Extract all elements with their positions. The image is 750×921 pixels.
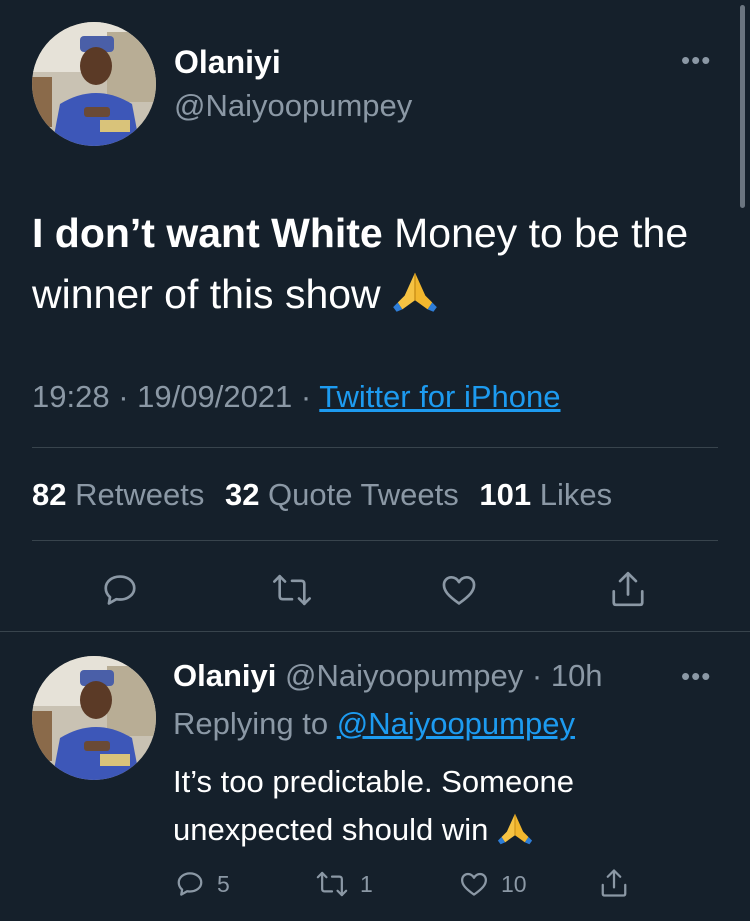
author-handle[interactable]: @Naiyoopumpey xyxy=(174,86,412,126)
reply-time-separator: · xyxy=(523,658,551,693)
replying-to: Replying to @Naiyoopumpey xyxy=(173,704,575,744)
reply-reply-count: 5 xyxy=(217,870,230,897)
reply-like-count: 10 xyxy=(501,870,527,897)
divider xyxy=(32,447,718,448)
reply-share-button[interactable] xyxy=(599,867,629,899)
share-button[interactable] xyxy=(609,569,647,609)
tweet-source-link[interactable]: Twitter for iPhone xyxy=(319,379,560,414)
divider xyxy=(0,631,750,632)
reply-reply-button[interactable]: 5 xyxy=(175,869,230,899)
replying-to-label: Replying to xyxy=(173,706,337,741)
heart-icon xyxy=(442,575,476,605)
likes-count: 101 xyxy=(479,477,532,512)
heart-icon xyxy=(461,872,487,896)
more-icon[interactable]: ••• xyxy=(681,47,711,73)
like-button[interactable] xyxy=(440,571,478,609)
retweets-stat[interactable]: 82 Retweets xyxy=(32,477,204,512)
reply-like-button[interactable]: 10 xyxy=(459,869,527,899)
retweets-count: 82 xyxy=(32,477,67,512)
divider xyxy=(32,540,718,541)
tweet-text: I don’t want White Money to be the winne… xyxy=(32,203,712,331)
retweet-icon xyxy=(316,871,348,897)
tweet-meta: 19:28 · 19/09/2021 · Twitter for iPhone xyxy=(32,377,561,417)
reply-avatar[interactable] xyxy=(32,656,156,780)
folded-hands-icon xyxy=(497,810,533,860)
reply-author-name[interactable]: Olaniyi xyxy=(173,658,276,693)
reply-author-handle[interactable]: @Naiyoopumpey xyxy=(285,658,523,693)
replying-to-handle[interactable]: @Naiyoopumpey xyxy=(337,706,575,741)
folded-hands-icon xyxy=(392,268,438,331)
share-icon xyxy=(601,869,627,897)
tweet-detail-page: Olaniyi @Naiyoopumpey ••• I don’t want W… xyxy=(0,0,750,921)
retweet-icon xyxy=(273,574,311,606)
quotes-count: 32 xyxy=(224,477,260,512)
reply-text: It’s too predictable. Someone unexpected… xyxy=(173,758,673,860)
share-icon xyxy=(612,571,644,607)
reply-header: Olaniyi @Naiyoopumpey · 10h xyxy=(173,656,603,696)
tweet-date: 19/09/2021 xyxy=(137,379,293,414)
quotes-label: Quote Tweets xyxy=(259,477,459,512)
reply-icon xyxy=(104,575,136,605)
author-name[interactable]: Olaniyi xyxy=(174,42,281,82)
reply-button[interactable] xyxy=(101,571,139,609)
tweet-stats: 82 Retweets 32 Quote Tweets 101 Likes xyxy=(32,475,612,515)
tweet-text-bold: I don’t want White xyxy=(32,210,383,256)
scrollbar[interactable] xyxy=(740,5,745,208)
avatar[interactable] xyxy=(32,22,156,146)
reply-icon xyxy=(177,872,203,896)
likes-stat[interactable]: 101 Likes xyxy=(479,477,612,512)
tweet-time: 19:28 xyxy=(32,379,110,414)
reply-retweet-count: 1 xyxy=(360,870,373,897)
reply-time[interactable]: 10h xyxy=(551,658,603,693)
retweet-button[interactable] xyxy=(272,571,312,609)
quotes-stat[interactable]: 32 Quote Tweets xyxy=(225,477,459,512)
reply-more-icon[interactable]: ••• xyxy=(681,663,711,689)
meta-separator: · xyxy=(109,379,138,414)
meta-separator: · xyxy=(292,379,320,414)
reply-retweet-button[interactable]: 1 xyxy=(316,869,373,899)
likes-label: Likes xyxy=(531,477,613,512)
retweets-label: Retweets xyxy=(66,477,205,512)
